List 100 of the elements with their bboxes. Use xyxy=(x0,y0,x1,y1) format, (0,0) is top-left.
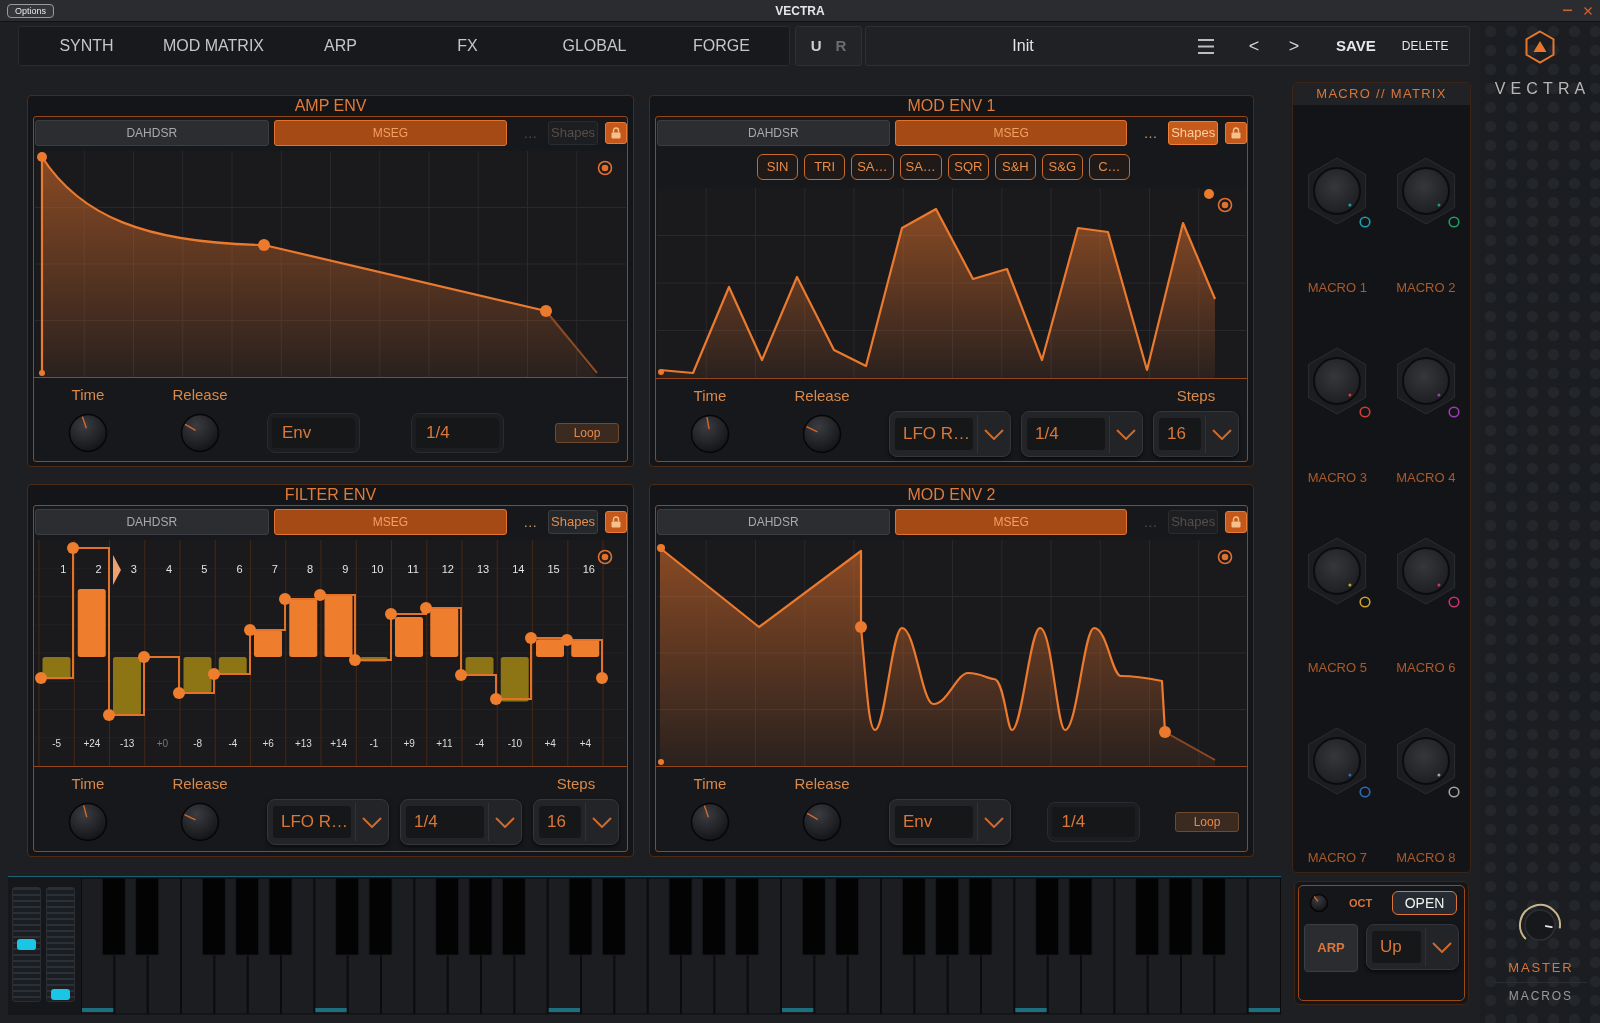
shape-preset-button[interactable]: C… xyxy=(1088,153,1130,180)
dropdown[interactable]: LFO R… xyxy=(267,799,389,845)
field-label: Steps xyxy=(1176,386,1216,406)
chevron-down-icon xyxy=(362,816,382,828)
close-icon[interactable] xyxy=(1584,6,1592,15)
knob[interactable] xyxy=(690,802,730,842)
knob[interactable] xyxy=(802,414,842,454)
wheel-track[interactable] xyxy=(46,887,75,1002)
macro-label: MACRO 3 xyxy=(1307,470,1367,486)
shape-preset-button[interactable]: SQR xyxy=(947,153,989,180)
brand-name: VECTRA xyxy=(1493,79,1591,99)
open-button[interactable]: OPEN xyxy=(1392,891,1457,915)
panel-title: AMP ENV xyxy=(294,97,367,115)
step-value: +13 xyxy=(294,737,312,751)
step-number: 12 xyxy=(441,562,454,577)
dropdown[interactable]: 1/4 xyxy=(1021,411,1143,457)
lock-button[interactable] xyxy=(1225,510,1247,533)
knob[interactable] xyxy=(68,802,108,842)
dropdown[interactable]: 16 xyxy=(1153,411,1239,457)
shape-preset-button[interactable]: S&H xyxy=(994,153,1036,180)
save-button[interactable]: SAVE xyxy=(1336,34,1376,58)
field-label: Steps xyxy=(556,774,596,794)
shapes-button[interactable]: Shapes xyxy=(1168,120,1219,145)
nav-tab[interactable]: FX xyxy=(404,29,531,63)
shape-preset-button[interactable]: SIN xyxy=(757,153,799,180)
preset-name[interactable]: Init xyxy=(866,36,1180,56)
undo-button[interactable]: U xyxy=(810,34,822,58)
knob-label: Release xyxy=(172,385,228,405)
shape-preset-button[interactable]: TRI xyxy=(804,153,846,180)
lock-button[interactable] xyxy=(1225,121,1247,144)
target-icon[interactable] xyxy=(597,160,613,176)
loop-button[interactable]: Loop xyxy=(1175,812,1239,832)
wheel-thumb[interactable] xyxy=(51,989,70,1000)
lock-icon xyxy=(611,126,621,139)
macro-label: MACRO 5 xyxy=(1307,660,1367,676)
delete-button[interactable]: DELETE xyxy=(1401,37,1449,55)
target-icon[interactable] xyxy=(1217,197,1233,213)
chevron-down-icon xyxy=(984,816,1004,828)
octave-knob[interactable] xyxy=(1309,893,1329,913)
dropdown[interactable]: LFO R… xyxy=(889,411,1011,457)
knob[interactable] xyxy=(68,413,108,453)
chevron-down-icon xyxy=(1116,428,1136,440)
macro-label: MACRO 4 xyxy=(1396,470,1456,486)
more-button[interactable]: … xyxy=(520,511,541,532)
knob[interactable] xyxy=(690,414,730,454)
value-field[interactable]: 1/4 xyxy=(1046,802,1140,842)
value-field[interactable]: 1/4 xyxy=(411,413,504,453)
nav-tab[interactable]: ARP xyxy=(277,29,404,63)
previous-button[interactable]: < xyxy=(1242,32,1266,60)
value-field[interactable]: Env xyxy=(267,413,360,453)
knob[interactable] xyxy=(180,802,220,842)
loop-button[interactable]: Loop xyxy=(555,423,619,443)
shape-preset-button[interactable]: SA… xyxy=(899,153,942,180)
mode-tab[interactable]: DAHDSR xyxy=(657,119,890,146)
knob-label: Release xyxy=(172,774,228,794)
step-value: +14 xyxy=(330,737,348,751)
macro-label: MACRO 7 xyxy=(1307,850,1367,866)
shapes-button[interactable]: Shapes xyxy=(548,509,599,534)
minimize-icon[interactable] xyxy=(1563,9,1572,12)
step-value: -4 xyxy=(228,737,238,751)
knob-label: Time xyxy=(71,774,105,794)
step-value: +0 xyxy=(156,737,169,751)
menu-icon[interactable] xyxy=(1198,37,1214,55)
window-title: VECTRA xyxy=(775,3,825,18)
knob[interactable] xyxy=(180,413,220,453)
lock-icon xyxy=(1231,515,1242,528)
step-value: +11 xyxy=(436,737,453,751)
step-number: 8 xyxy=(306,562,313,577)
wheel-track[interactable] xyxy=(12,887,41,1002)
more-button[interactable]: … xyxy=(1140,122,1161,143)
target-icon[interactable] xyxy=(1217,549,1233,565)
step-number: 3 xyxy=(130,562,137,577)
panel-title: MOD ENV 1 xyxy=(907,97,996,115)
mode-tab[interactable]: DAHDSR xyxy=(35,508,269,535)
step-value: -5 xyxy=(52,737,62,751)
knob[interactable] xyxy=(802,802,842,842)
lock-button[interactable] xyxy=(605,121,627,144)
step-value: -8 xyxy=(193,737,203,751)
shape-preset-button[interactable]: S&G xyxy=(1041,153,1083,180)
nav-tab[interactable]: SYNTH xyxy=(23,29,150,63)
lock-button[interactable] xyxy=(605,510,627,533)
dropdown[interactable]: Env xyxy=(889,799,1011,845)
macro-label: MACRO 2 xyxy=(1396,280,1456,296)
step-number: 11 xyxy=(407,562,419,577)
wheel-thumb[interactable] xyxy=(17,939,36,950)
nav-tab[interactable]: FORGE xyxy=(658,29,785,63)
dropdown[interactable]: 16 xyxy=(533,799,619,845)
mode-tab[interactable]: DAHDSR xyxy=(657,508,890,535)
dropdown[interactable]: 1/4 xyxy=(400,799,522,845)
step-number: 7 xyxy=(271,562,278,577)
section-label: MACROS xyxy=(1507,989,1574,1003)
mode-tab[interactable]: DAHDSR xyxy=(35,119,269,146)
arp-button[interactable]: ARP xyxy=(1304,924,1358,972)
shape-preset-button[interactable]: SA… xyxy=(851,153,894,180)
step-number: 6 xyxy=(236,562,243,577)
options-button[interactable]: Options xyxy=(7,3,55,18)
dropdown[interactable]: Up xyxy=(1366,924,1459,970)
nav-tab[interactable]: GLOBAL xyxy=(531,29,658,63)
nav-tab[interactable]: MOD MATRIX xyxy=(150,29,277,63)
next-button[interactable]: > xyxy=(1282,32,1306,60)
